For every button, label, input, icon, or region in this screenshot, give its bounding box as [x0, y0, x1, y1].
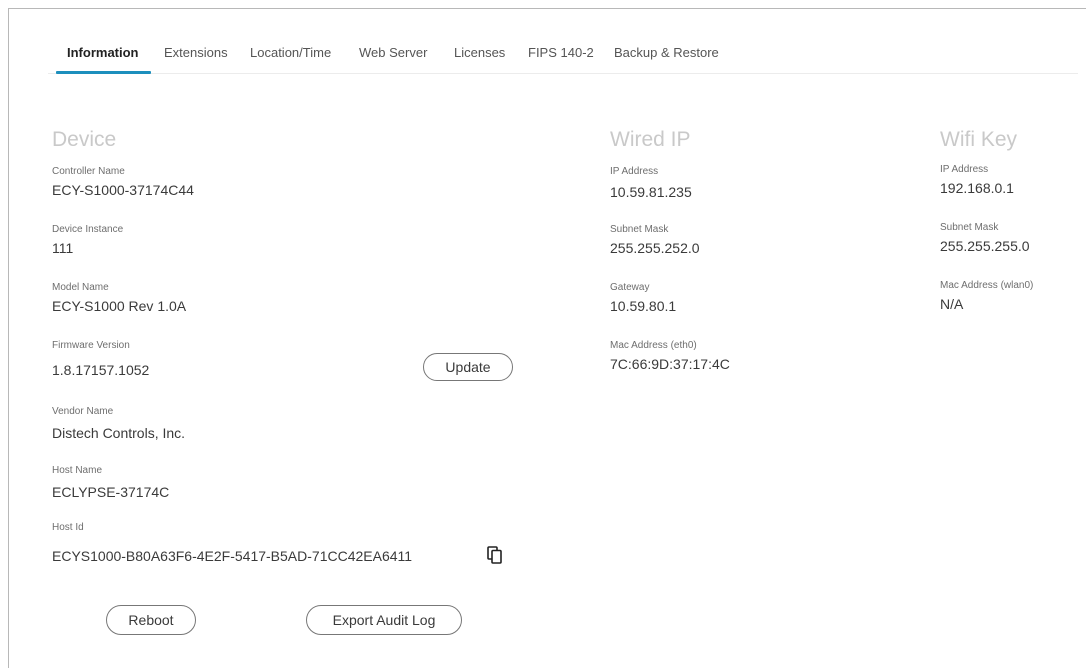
wired-gateway-label: Gateway: [610, 282, 650, 293]
device-instance-value: 111: [52, 240, 74, 256]
tab-fips-140-2[interactable]: FIPS 140-2: [528, 44, 594, 61]
model-name-label: Model Name: [52, 282, 109, 293]
active-tab-indicator: [56, 71, 151, 74]
wifi-key-section-title: Wifi Key: [940, 128, 1018, 151]
tab-bar: Information Extensions Location/Time Web…: [48, 44, 1078, 74]
controller-name-label: Controller Name: [52, 166, 125, 177]
export-audit-log-button[interactable]: Export Audit Log: [306, 605, 462, 635]
firmware-version-value: 1.8.17157.1052: [52, 362, 150, 378]
tab-backup-restore[interactable]: Backup & Restore: [614, 44, 719, 61]
wired-ip-section-title: Wired IP: [610, 128, 691, 151]
model-name-value: ECY-S1000 Rev 1.0A: [52, 298, 187, 314]
wifi-mac-label: Mac Address (wlan0): [940, 280, 1034, 291]
wired-ip-address-label: IP Address: [610, 166, 659, 177]
tab-extensions[interactable]: Extensions: [164, 44, 228, 61]
wired-gateway-value: 10.59.80.1: [610, 298, 677, 314]
wired-ip-address-value: 10.59.81.235: [610, 184, 692, 200]
wired-subnet-mask-label: Subnet Mask: [610, 224, 669, 235]
host-name-label: Host Name: [52, 465, 103, 476]
vendor-name-value: Distech Controls, Inc.: [52, 425, 186, 441]
wired-mac-label: Mac Address (eth0): [610, 340, 697, 351]
wired-subnet-mask-value: 255.255.252.0: [610, 240, 700, 256]
host-id-value: ECYS1000-B80A63F6-4E2F-5417-B5AD-71CC42E…: [52, 548, 413, 564]
host-id-label: Host Id: [52, 522, 84, 533]
wired-mac-value: 7C:66:9D:37:17:4C: [610, 356, 730, 372]
controller-name-value: ECY-S1000-37174C44: [52, 182, 194, 198]
wifi-ip-address-label: IP Address: [940, 164, 989, 175]
information-panel: [8, 8, 1086, 668]
tab-information[interactable]: Information: [67, 44, 139, 61]
tab-location-time[interactable]: Location/Time: [250, 44, 331, 61]
tab-licenses[interactable]: Licenses: [454, 44, 505, 61]
wifi-ip-address-value: 192.168.0.1: [940, 180, 1014, 196]
copy-icon[interactable]: [487, 546, 503, 564]
reboot-button[interactable]: Reboot: [106, 605, 196, 635]
wifi-subnet-mask-value: 255.255.255.0: [940, 238, 1030, 254]
wifi-subnet-mask-label: Subnet Mask: [940, 222, 999, 233]
device-instance-label: Device Instance: [52, 224, 124, 235]
tab-web-server[interactable]: Web Server: [359, 44, 427, 61]
firmware-version-label: Firmware Version: [52, 340, 130, 351]
host-name-value: ECLYPSE-37174C: [52, 484, 170, 500]
wifi-mac-value: N/A: [940, 296, 964, 312]
device-section-title: Device: [52, 128, 117, 151]
update-firmware-button[interactable]: Update: [423, 353, 513, 381]
vendor-name-label: Vendor Name: [52, 406, 114, 417]
